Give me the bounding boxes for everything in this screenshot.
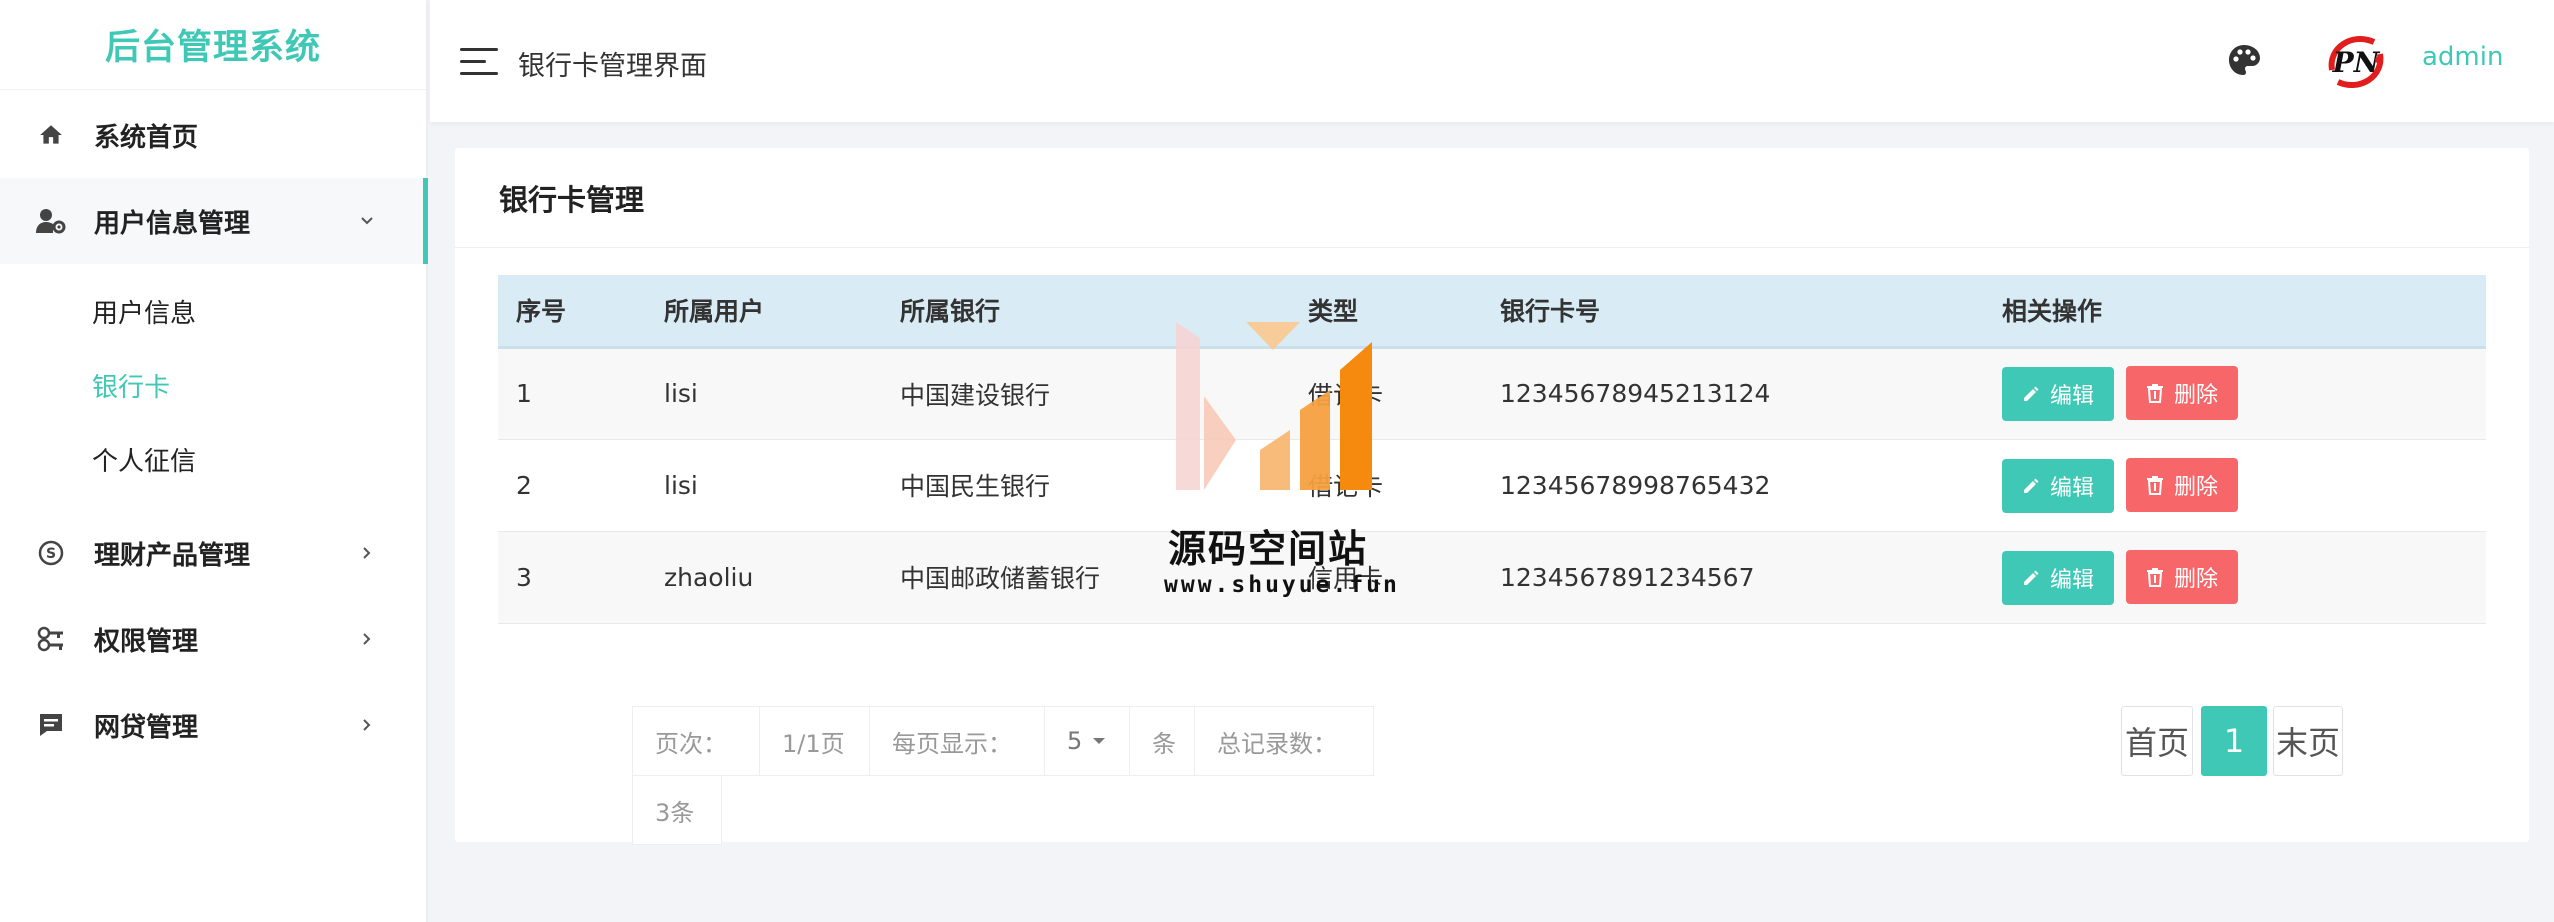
card-header: 银行卡管理 (455, 148, 2529, 248)
first-page-button[interactable]: 首页 (2121, 706, 2193, 776)
cell-user: zhaoliu (664, 562, 754, 592)
table-row: 2 lisi 中国民生银行 借记卡 12345678998765432 编辑 删… (498, 439, 2486, 531)
delete-button[interactable]: 删除 (2125, 457, 2238, 512)
chevron-right-icon (358, 716, 376, 734)
cell-index: 1 (516, 379, 532, 408)
trash-icon (2146, 567, 2163, 587)
sidebar-item-finance-products[interactable]: S 理财产品管理 (0, 510, 426, 596)
avatar[interactable]: PN (2318, 24, 2394, 100)
cell-card-number: 1234567891234567 (1500, 562, 1755, 592)
sidebar-item-label: 系统首页 (94, 122, 199, 153)
last-page-button[interactable]: 末页 (2273, 706, 2343, 776)
watermark-url: www.shuyue.fun (1164, 572, 1400, 598)
cell-user: lisi (664, 470, 698, 500)
page-1-button[interactable]: 1 (2201, 706, 2267, 776)
brand: 后台管理系统 (0, 0, 426, 90)
table-header-row: 序号 所属用户 所属银行 类型 银行卡号 相关操作 (498, 275, 2486, 347)
app-title: 后台管理系统 (104, 28, 321, 68)
submenu-user-info: 用户信息 银行卡 个人征信 (0, 264, 426, 510)
chevron-down-icon (358, 212, 376, 230)
trash-icon (2146, 384, 2163, 403)
delete-button[interactable]: 删除 (2125, 549, 2238, 604)
sidebar-item-label: 理财产品管理 (94, 540, 251, 571)
palette-icon[interactable] (2226, 42, 2262, 78)
cell-actions: 编辑 删除 (1984, 439, 2486, 531)
sidebar-subitem-user-info[interactable]: 用户信息 (0, 274, 426, 348)
sidebar-item-home[interactable]: 系统首页 (0, 92, 426, 178)
cell-index: 3 (516, 562, 532, 592)
per-page-label: 每页显示： (869, 706, 1045, 776)
total-label: 总记录数： (1194, 706, 1374, 776)
column-header: 序号 (516, 297, 567, 327)
pencil-icon (2024, 478, 2039, 493)
top-header: 银行卡管理界面 PN admin (430, 0, 2554, 122)
sidebar-subitem-credit-report[interactable]: 个人征信 (0, 422, 426, 496)
delete-button[interactable]: 删除 (2125, 366, 2238, 420)
bank-card-panel: 银行卡管理 序号 所属用户 所属银行 类型 银行卡号 相关操作 1 lisi 中… (455, 148, 2529, 845)
bank-card-table: 序号 所属用户 所属银行 类型 银行卡号 相关操作 1 lisi 中国建设银行 … (498, 275, 2486, 624)
chevron-right-icon (358, 630, 376, 648)
per-page-select[interactable]: 5 (1044, 706, 1130, 776)
username[interactable]: admin (2422, 42, 2503, 72)
cell-actions: 编辑 删除 (1984, 347, 2486, 439)
trash-icon (2146, 475, 2163, 495)
caret-down-icon (1093, 738, 1106, 744)
sidebar-item-label: 权限管理 (94, 626, 199, 657)
edit-button[interactable]: 编辑 (2002, 550, 2115, 605)
edit-button[interactable]: 编辑 (2002, 367, 2115, 421)
cell-index: 2 (516, 470, 532, 500)
sidebar-item-permissions[interactable]: 权限管理 (0, 596, 426, 682)
total-value: 3条 (632, 775, 722, 845)
pencil-icon (2024, 570, 2039, 585)
unit-label: 条 (1129, 706, 1195, 776)
pager: 首页 1 末页 (2121, 706, 2371, 776)
per-page-value: 5 (1067, 727, 1083, 755)
sidebar-item-user-info-management[interactable]: 用户信息管理 (0, 178, 428, 264)
page-label: 页次： (632, 706, 760, 776)
column-header: 相关操作 (2002, 297, 2103, 327)
delete-label: 删除 (2173, 383, 2218, 408)
page-title: 银行卡管理界面 (518, 51, 707, 82)
sidebar-subitem-bank-card[interactable]: 银行卡 (0, 348, 426, 422)
edit-label: 编辑 (2050, 384, 2095, 409)
page-value: 1/1页 (759, 706, 870, 776)
edit-label: 编辑 (2050, 567, 2095, 593)
sidebar-item-label: 用户信息管理 (94, 208, 251, 239)
card-title: 银行卡管理 (499, 182, 645, 217)
user-settings-icon (36, 206, 66, 236)
pencil-icon (2024, 386, 2039, 401)
edit-button[interactable]: 编辑 (2002, 458, 2115, 513)
column-header: 所属用户 (664, 297, 765, 327)
sidebar-item-online-loans[interactable]: 网贷管理 (0, 682, 426, 768)
column-header: 银行卡号 (1500, 297, 1601, 327)
home-icon (36, 120, 66, 150)
svg-text:PN: PN (2332, 46, 2381, 79)
sidebar: 后台管理系统 系统首页 用户信息管理 用户信息 银行卡 个人征信 S 理财产品管… (0, 0, 428, 922)
key-icon (36, 624, 66, 654)
edit-label: 编辑 (2050, 475, 2095, 501)
table-row: 1 lisi 中国建设银行 借记卡 12345678945213124 编辑 删… (498, 347, 2486, 439)
delete-label: 删除 (2173, 474, 2218, 500)
cell-card-number: 12345678945213124 (1500, 379, 1771, 408)
menu-toggle-icon[interactable] (460, 48, 498, 76)
finance-icon: S (36, 538, 66, 568)
table-row: 3 zhaoliu 中国邮政储蓄银行 信用卡 1234567891234567 … (498, 531, 2486, 623)
delete-label: 删除 (2173, 566, 2218, 592)
cell-card-number: 12345678998765432 (1500, 470, 1771, 500)
message-icon (36, 710, 66, 740)
svg-text:S: S (46, 546, 56, 562)
sidebar-item-label: 网贷管理 (94, 712, 199, 743)
cell-actions: 编辑 删除 (1984, 531, 2486, 623)
watermark-title: 源码空间站 (1168, 527, 1369, 571)
chevron-right-icon (358, 544, 376, 562)
cell-user: lisi (664, 379, 698, 408)
